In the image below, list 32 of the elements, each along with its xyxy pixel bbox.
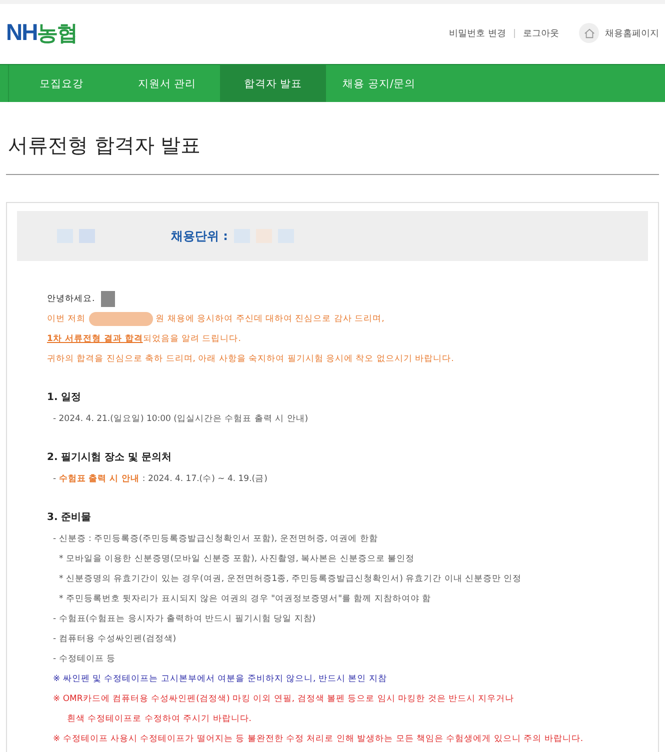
congrats-text: 귀하의 합격을 진심으로 축하 드리며, 아래 사항을 숙지하여 필기시험 응시에 착오 없으시기 바랍니다. <box>47 353 455 366</box>
intro-text: 이번 저희 <box>47 314 86 324</box>
header-link[interactable]: 비밀번호 변경 <box>449 26 506 40</box>
list-item: - 수정테이프 등 <box>52 653 116 666</box>
section-title: 3. 준비물 <box>47 511 92 525</box>
list-item: - 수험표 출력 시 안내 : 2024. 4. 17.(수) ~ 4. 19.(금) <box>52 473 268 486</box>
list-item: * 주민등록번호 뒷자리가 표시되지 않은 여권의 경우 "여권정보증명서"를 함께 지참하여야 함 <box>58 593 432 606</box>
redaction-mark <box>100 291 115 307</box>
section-title: 1. 일정 <box>47 391 82 405</box>
list-item: - 컴퓨터용 수성싸인펜(검정색) <box>52 633 178 646</box>
header-link[interactable]: 로그아웃 <box>523 26 559 40</box>
intro-text: 원 채용에 응시하여 주신데 대하여 진심으로 감사 드리며, <box>156 314 384 324</box>
section-title: 2. 필기시험 장소 및 문의처 <box>47 451 173 465</box>
greeting-text: 안녕하세요. <box>47 293 95 306</box>
list-item: * 신분증명의 유효기간이 있는 경우(여권, 운전면허증1종, 주민등록증발급신청확인서) 유효기간 이내 신분증만 인정 <box>58 573 523 586</box>
list-item: * 모바일을 이용한 신분증명(모바일 신분증 포함), 사진촬영, 복사본은 신분증으로 불인정 <box>58 553 416 566</box>
home-link[interactable]: 채용홈페이지 <box>605 26 659 40</box>
list-item: - 2024. 4. 21.(일요일) 10:00 (입실시간은 수험표 출력 시 안내) <box>52 413 310 426</box>
unit-label: 채용단위 : <box>171 228 228 244</box>
home-icon[interactable] <box>579 23 599 43</box>
notice-text: 흰색 수정테이프로 수정하여 주시기 바랍니다. <box>66 713 253 726</box>
list-item: - 신분증 : 주민등록증(주민등록증발급신청확인서 포함), 운전면허증, 여권에 한함 <box>52 533 379 546</box>
notice-text: ※ 싸인펜 및 수정테이프는 고시본부에서 여분을 준비하지 않으니, 반드시 본인 지참 <box>52 673 388 686</box>
redaction-mark <box>88 312 153 326</box>
result-text: 1차 서류전형 결과 합격 되었음을 알려 드립니다. <box>47 333 242 346</box>
page-title: 서류전형 합격자 발표 <box>7 132 202 159</box>
logo[interactable]: NH농협 <box>6 19 78 47</box>
redaction-mark <box>79 229 95 243</box>
nav-tab[interactable]: 합격자 발표 <box>220 65 326 102</box>
list-item: - 수험표(수험표는 응시자가 출력하여 반드시 필기시험 당일 지참) <box>52 613 317 626</box>
notice-text: ※ OMR카드에 컴퓨터용 수성싸인펜(검정색) 마킹 이외 연필, 검정색 볼펜 등으로 임시 마킹한 것은 반드시 지우거나 <box>52 693 516 706</box>
notice-text: ※ 수정테이프 사용시 수정테이프가 떨어지는 등 불완전한 수정 처리로 인해 발생하는 모든 책임은 수험생에게 있으니 주의 바랍니다. <box>52 733 584 746</box>
